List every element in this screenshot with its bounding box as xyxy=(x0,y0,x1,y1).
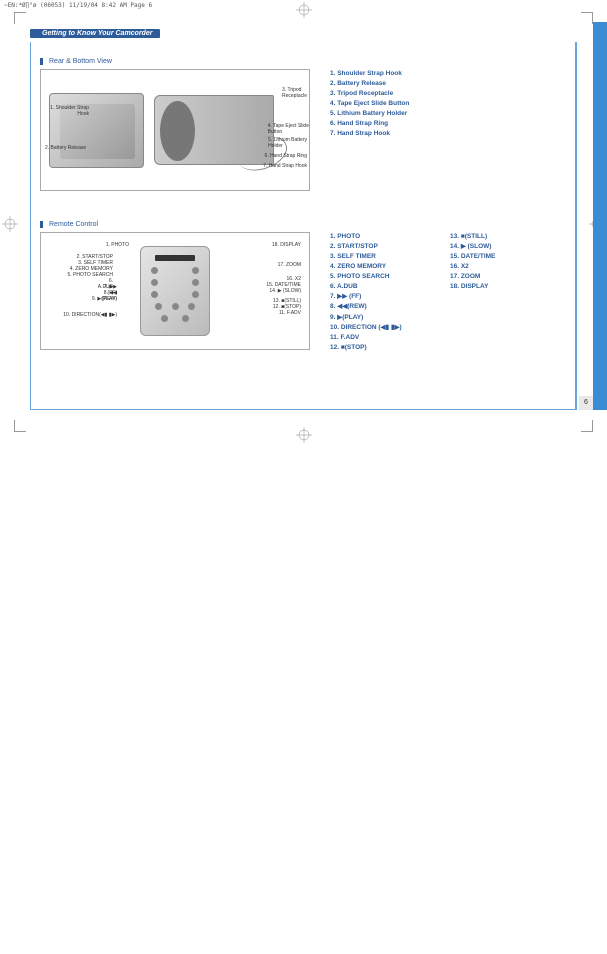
page-number: 6 xyxy=(579,396,593,410)
diagram-label: 7. Hand Strap Hook xyxy=(263,164,307,170)
diagram-label: 11. F.ADV xyxy=(279,311,301,317)
list-item: 1. Shoulder Strap Hook xyxy=(330,69,409,79)
list-item: 11. F.ADV xyxy=(330,333,430,343)
diagram-label: 9. ▶(PLAY) xyxy=(89,297,117,303)
corner-mark xyxy=(581,420,593,432)
list-item: 17. ZOOM xyxy=(450,272,495,282)
list-item: 5. PHOTO SEARCH xyxy=(330,272,430,282)
list-item: 7. ▶▶ (FF) xyxy=(330,292,430,302)
remote-illustration xyxy=(140,246,210,336)
diagram-label: 4. Tape Eject Slide Button xyxy=(268,124,309,135)
page-title: Getting to Know Your Camcorder xyxy=(30,29,160,38)
list-item: 4. Tape Eject Slide Button xyxy=(330,99,409,109)
camera-rear-illustration xyxy=(49,93,144,168)
list-item: 7. Hand Strap Hook xyxy=(330,129,409,139)
rear-bottom-list: 1. Shoulder Strap Hook 2. Battery Releas… xyxy=(330,69,409,139)
corner-mark xyxy=(581,12,593,24)
diagram-label: 5. PHOTO SEARCH xyxy=(65,273,113,279)
subheading-remote: Remote Control xyxy=(40,221,98,228)
list-item: 16. X2 xyxy=(450,262,495,272)
list-item: 12. ■(STOP) xyxy=(330,343,430,353)
list-item: 5. Lithium Battery Holder xyxy=(330,109,409,119)
diagram-label: 6. Hand Strap Ring xyxy=(264,154,307,160)
list-item: 1. PHOTO xyxy=(330,232,430,242)
corner-mark xyxy=(14,420,26,432)
list-item: 6. Hand Strap Ring xyxy=(330,119,409,129)
corner-mark xyxy=(14,12,26,24)
diagram-label: 5. Lithium Battery Holder xyxy=(268,138,307,149)
list-item: 9. ▶(PLAY) xyxy=(330,313,430,323)
doc-header-meta: ~EN:*Ø∏°ø (06053) 11/19/04 8:42 AM Page … xyxy=(4,2,152,9)
diagram-label: 1. Shoulder Strap Hook xyxy=(45,106,89,117)
diagram-label: 1. PHOTO xyxy=(89,243,129,249)
list-item: 18. DISPLAY xyxy=(450,282,495,292)
list-item: 3. Tripod Receptacle xyxy=(330,89,409,99)
diagram-label: 3. Tripod Receptacle xyxy=(282,88,307,99)
diagram-remote: 1. PHOTO 2. START/STOP 3. SELF TIMER 4. … xyxy=(40,232,310,350)
list-item: 4. ZERO MEMORY xyxy=(330,262,430,272)
list-item: 10. DIRECTION (◀▮ ▮▶) xyxy=(330,323,430,333)
camera-bottom-illustration xyxy=(154,95,274,165)
crop-mark-icon xyxy=(2,216,18,232)
list-item: 2. START/STOP xyxy=(330,242,430,252)
list-item: 2. Battery Release xyxy=(330,79,409,89)
list-item: 14. ▶ (SLOW) xyxy=(450,242,495,252)
diagram-label: 17. ZOOM xyxy=(278,263,301,269)
crop-mark-icon xyxy=(296,2,312,18)
list-item: 13. ■(STILL) xyxy=(450,232,495,242)
diagram-rear-bottom: 1. Shoulder Strap Hook 2. Battery Releas… xyxy=(40,69,310,191)
list-item: 15. DATE/TIME xyxy=(450,252,495,262)
list-item: 6. A.DUB xyxy=(330,282,430,292)
subheading-rear-bottom: Rear & Bottom View xyxy=(40,58,112,65)
diagram-label: 18. DISPLAY xyxy=(272,243,301,249)
list-item: 3. SELF TIMER xyxy=(330,252,430,262)
diagram-label: 10. DIRECTION(◀▮ ▮▶) xyxy=(49,313,117,319)
diagram-label: 2. Battery Release xyxy=(45,146,86,152)
list-item: 8. ◀◀(REW) xyxy=(330,302,430,312)
page-edge-tab xyxy=(593,22,607,410)
diagram-label: 14. ▶ (SLOW) xyxy=(269,289,301,295)
remote-list: 1. PHOTO 2. START/STOP 3. SELF TIMER 4. … xyxy=(330,232,495,353)
